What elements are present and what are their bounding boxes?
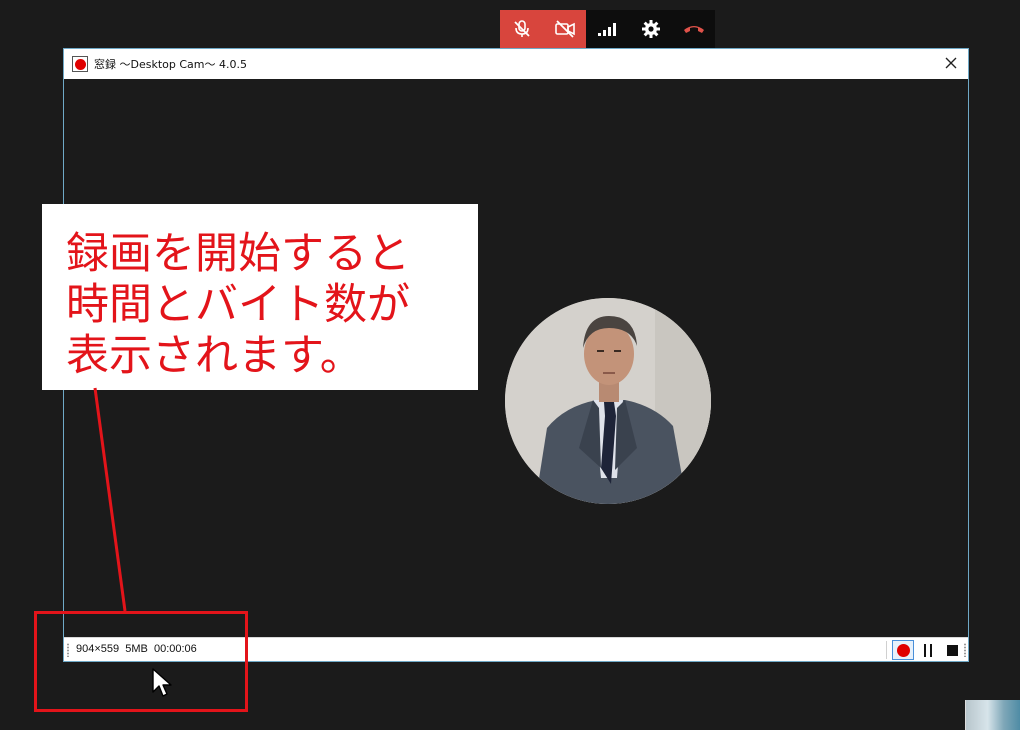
mouse-cursor-icon (152, 668, 172, 697)
annotation-highlight-box (34, 611, 248, 712)
self-view-thumbnail[interactable] (965, 700, 1020, 730)
